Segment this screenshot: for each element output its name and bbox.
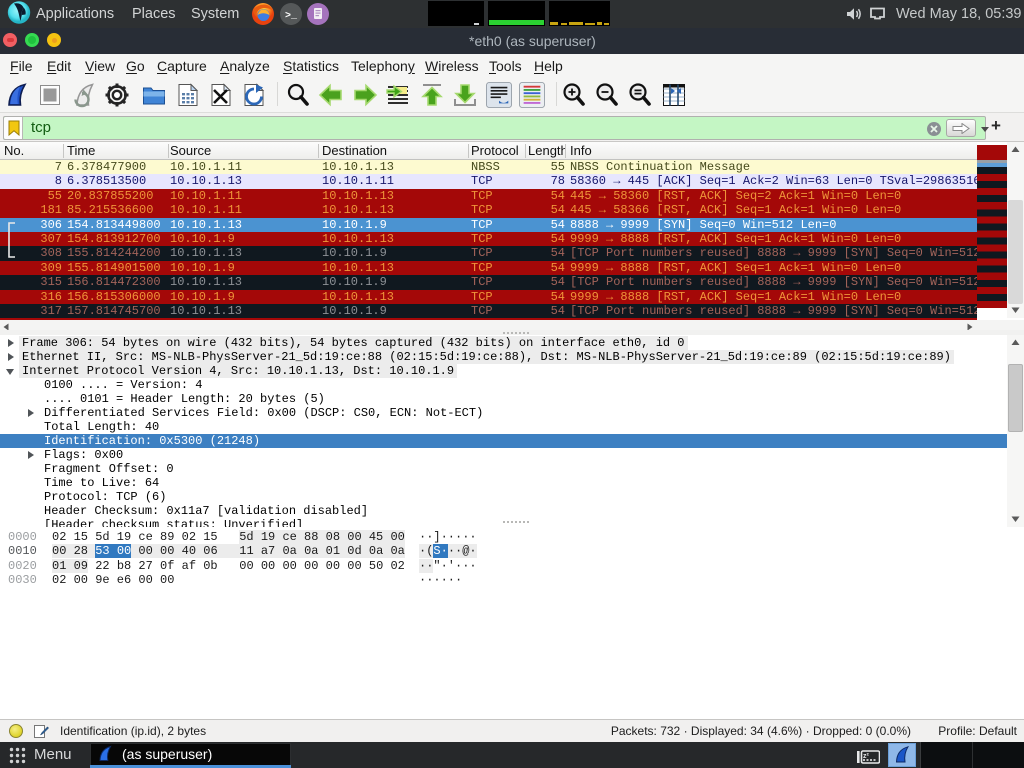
svg-text:>_: >_ [285,11,298,22]
svg-text:z²: z² [863,753,870,760]
